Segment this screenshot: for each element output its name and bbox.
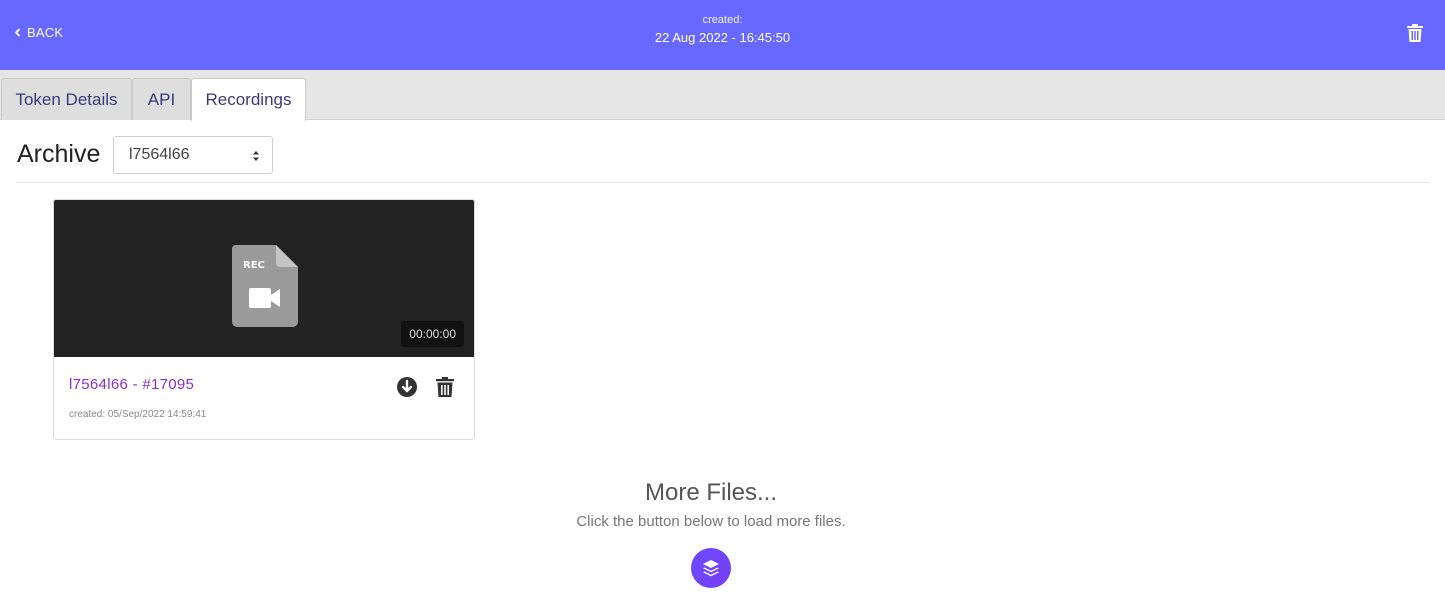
recording-created: created: 05/Sep/2022 14:59:41 (69, 409, 207, 420)
video-file-icon: REC (232, 245, 298, 327)
recording-title-link[interactable]: l7564l66 - #17095 (69, 376, 194, 393)
recording-thumbnail[interactable]: REC 00:00:00 (54, 200, 474, 357)
load-more-button[interactable] (691, 548, 731, 588)
created-info: created: 22 Aug 2022 - 16:45:50 (0, 14, 1445, 45)
tab-bar: Token Details API Recordings (0, 70, 1445, 121)
archive-select[interactable]: l7564l66 (113, 136, 273, 174)
recording-card: REC 00:00:00 l7564l66 - #17095 created: … (53, 199, 475, 440)
download-circle-icon[interactable] (396, 376, 418, 398)
trash-icon[interactable] (1407, 24, 1423, 42)
archive-title: Archive (17, 140, 101, 168)
duration-badge: 00:00:00 (401, 321, 464, 347)
divider (16, 182, 1429, 183)
tab-label: Recordings (205, 90, 292, 109)
trash-icon[interactable] (436, 377, 454, 397)
created-date: 22 Aug 2022 - 16:45:50 (654, 30, 791, 45)
tab-api[interactable]: API (132, 78, 191, 120)
tab-token-details[interactable]: Token Details (1, 78, 132, 120)
tab-recordings[interactable]: Recordings (191, 78, 306, 121)
select-arrows-icon (253, 151, 259, 161)
tab-label: Token Details (15, 89, 118, 109)
more-files-subtitle: Click the button below to load more file… (576, 513, 846, 530)
layers-icon (703, 560, 719, 577)
rec-label: REC (243, 260, 265, 271)
created-label: created: (702, 14, 743, 26)
archive-select-value: l7564l66 (129, 146, 190, 163)
more-files-title: More Files... (644, 479, 778, 506)
tab-label: API (147, 89, 176, 109)
top-bar: BACK created: 22 Aug 2022 - 16:45:50 (0, 0, 1445, 70)
